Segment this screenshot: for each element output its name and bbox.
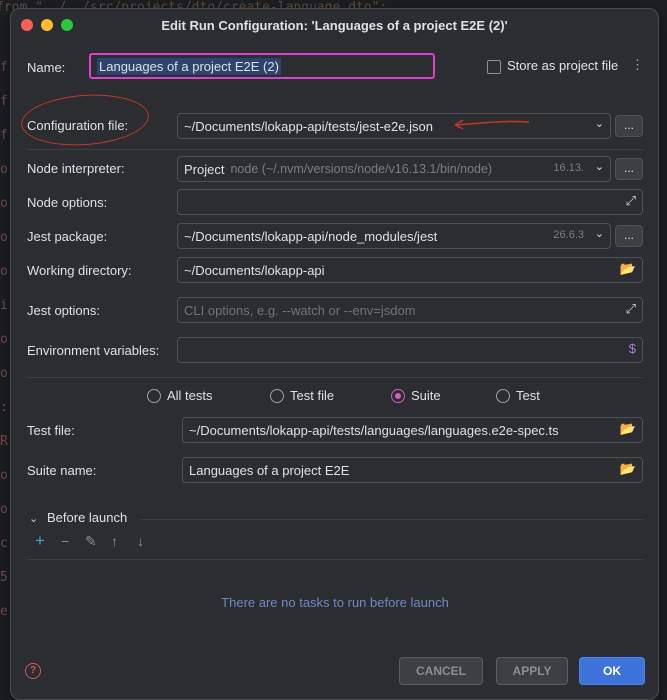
background-gutter-char: R: [0, 434, 8, 449]
folder-icon[interactable]: 📂: [620, 261, 636, 277]
background-gutter-char: o: [0, 162, 8, 177]
arrow-up-icon[interactable]: ↑: [111, 533, 118, 549]
divider: [141, 519, 643, 520]
node-interpreter-browse-button[interactable]: ...: [615, 158, 643, 180]
empty-tasks-text: There are no tasks to run before launch: [221, 595, 449, 610]
jest-package-value: ~/Documents/lokapp-api/node_modules/jest: [184, 228, 438, 244]
jest-package-select[interactable]: ~/Documents/lokapp-api/node_modules/jest…: [177, 223, 611, 249]
background-gutter-char: o: [0, 502, 8, 517]
node-options-label: Node options:: [27, 195, 108, 210]
radio-suite[interactable]: [391, 389, 405, 403]
store-as-project-file-checkbox[interactable]: [487, 60, 501, 74]
before-launch-title[interactable]: Before launch: [47, 510, 127, 525]
annotation-arrow: [454, 119, 530, 130]
working-directory-label: Working directory:: [27, 263, 132, 278]
radio-suite-label[interactable]: Suite: [411, 388, 441, 403]
name-input-value: Languages of a project E2E (2): [97, 57, 281, 75]
jest-version: 26.6.3: [553, 229, 584, 241]
divider: [27, 377, 643, 378]
title-bar: Edit Run Configuration: 'Languages of a …: [11, 9, 658, 41]
configuration-file-value: ~/Documents/lokapp-api/tests/jest-e2e.js…: [184, 118, 433, 134]
node-options-input[interactable]: ⤢: [177, 189, 643, 215]
apply-button[interactable]: APPLY: [496, 657, 568, 685]
radio-test-file[interactable]: [270, 389, 284, 403]
jest-options-label: Jest options:: [27, 303, 100, 318]
jest-package-label: Jest package:: [27, 229, 108, 244]
configuration-file-browse-button[interactable]: ...: [615, 115, 643, 137]
chevron-down-icon: ⌄: [594, 118, 604, 130]
background-gutter-char: o: [0, 366, 8, 381]
edit-run-configuration-dialog: Edit Run Configuration: 'Languages of a …: [10, 8, 659, 700]
background-gutter-char: 5: [0, 570, 8, 585]
test-file-input[interactable]: ~/Documents/lokapp-api/tests/languages/l…: [182, 417, 643, 443]
background-gutter-char: c: [0, 536, 8, 551]
working-directory-input[interactable]: ~/Documents/lokapp-api 📂: [177, 257, 643, 283]
background-gutter-char: i: [0, 298, 8, 313]
background-gutter-char: o: [0, 230, 8, 245]
configuration-file-label: Configuration file:: [27, 118, 129, 133]
cancel-button[interactable]: CANCEL: [399, 657, 483, 685]
environment-variables-input[interactable]: $: [177, 337, 643, 363]
name-label: Name:: [27, 60, 66, 75]
plus-icon[interactable]: +: [35, 531, 45, 551]
help-icon[interactable]: ?: [25, 663, 41, 679]
configuration-file-select[interactable]: ~/Documents/lokapp-api/tests/jest-e2e.js…: [177, 113, 611, 139]
test-file-value: ~/Documents/lokapp-api/tests/languages/l…: [189, 422, 559, 438]
jest-options-placeholder: CLI options, e.g. --watch or --env=jsdom: [184, 302, 416, 318]
suite-name-value: Languages of a project E2E: [189, 462, 350, 478]
radio-test-label[interactable]: Test: [516, 388, 540, 403]
radio-all-tests-label[interactable]: All tests: [167, 388, 213, 403]
arrow-down-icon[interactable]: ↓: [137, 533, 144, 549]
node-version: 16.13.: [553, 162, 584, 174]
background-gutter-char: f: [0, 128, 8, 143]
chevron-down-icon: ⌄: [594, 228, 604, 240]
node-interpreter-label: Node interpreter:: [27, 161, 125, 176]
before-launch-task-list[interactable]: There are no tasks to run before launch: [27, 559, 643, 640]
dollar-icon[interactable]: $: [629, 341, 636, 356]
node-interpreter-select[interactable]: Project node (~/.nvm/versions/node/v16.1…: [177, 156, 611, 182]
divider: [27, 149, 643, 150]
background-gutter-char: f: [0, 60, 8, 75]
more-options-icon[interactable]: ⋮: [631, 57, 644, 73]
background-gutter-char: o: [0, 196, 8, 211]
pencil-icon[interactable]: ✎: [85, 533, 97, 550]
minus-icon[interactable]: −: [61, 533, 69, 549]
radio-all-tests[interactable]: [147, 389, 161, 403]
folder-icon[interactable]: 📂: [620, 421, 636, 437]
folder-icon[interactable]: 📂: [620, 461, 636, 477]
expand-icon[interactable]: ⤢: [626, 193, 636, 209]
radio-test[interactable]: [496, 389, 510, 403]
radio-test-file-label[interactable]: Test file: [290, 388, 334, 403]
ok-button[interactable]: OK: [579, 657, 645, 685]
background-gutter-char: :: [0, 400, 8, 415]
background-gutter-char: o: [0, 332, 8, 347]
node-interpreter-value: Project: [184, 161, 225, 177]
suite-name-label: Suite name:: [27, 463, 97, 478]
node-interpreter-detail: node (~/.nvm/versions/node/v16.13.1/bin/…: [230, 162, 493, 176]
background-gutter-char: o: [0, 468, 8, 483]
suite-name-input[interactable]: Languages of a project E2E 📂: [182, 457, 643, 483]
chevron-down-icon: ⌄: [594, 161, 604, 173]
store-as-project-file-label[interactable]: Store as project file: [507, 58, 618, 73]
jest-package-browse-button[interactable]: ...: [615, 225, 643, 247]
test-file-label: Test file:: [27, 423, 75, 438]
expand-icon[interactable]: ⤢: [626, 301, 636, 317]
jest-options-input[interactable]: CLI options, e.g. --watch or --env=jsdom…: [177, 297, 643, 323]
background-gutter-char: e: [0, 604, 8, 619]
name-input[interactable]: Languages of a project E2E (2): [89, 53, 435, 79]
working-directory-value: ~/Documents/lokapp-api: [184, 262, 325, 278]
background-gutter-char: f: [0, 94, 8, 109]
environment-variables-label: Environment variables:: [27, 343, 160, 358]
chevron-down-icon[interactable]: ⌄: [29, 512, 38, 525]
background-gutter-char: o: [0, 264, 8, 279]
window-title: Edit Run Configuration: 'Languages of a …: [161, 18, 508, 33]
